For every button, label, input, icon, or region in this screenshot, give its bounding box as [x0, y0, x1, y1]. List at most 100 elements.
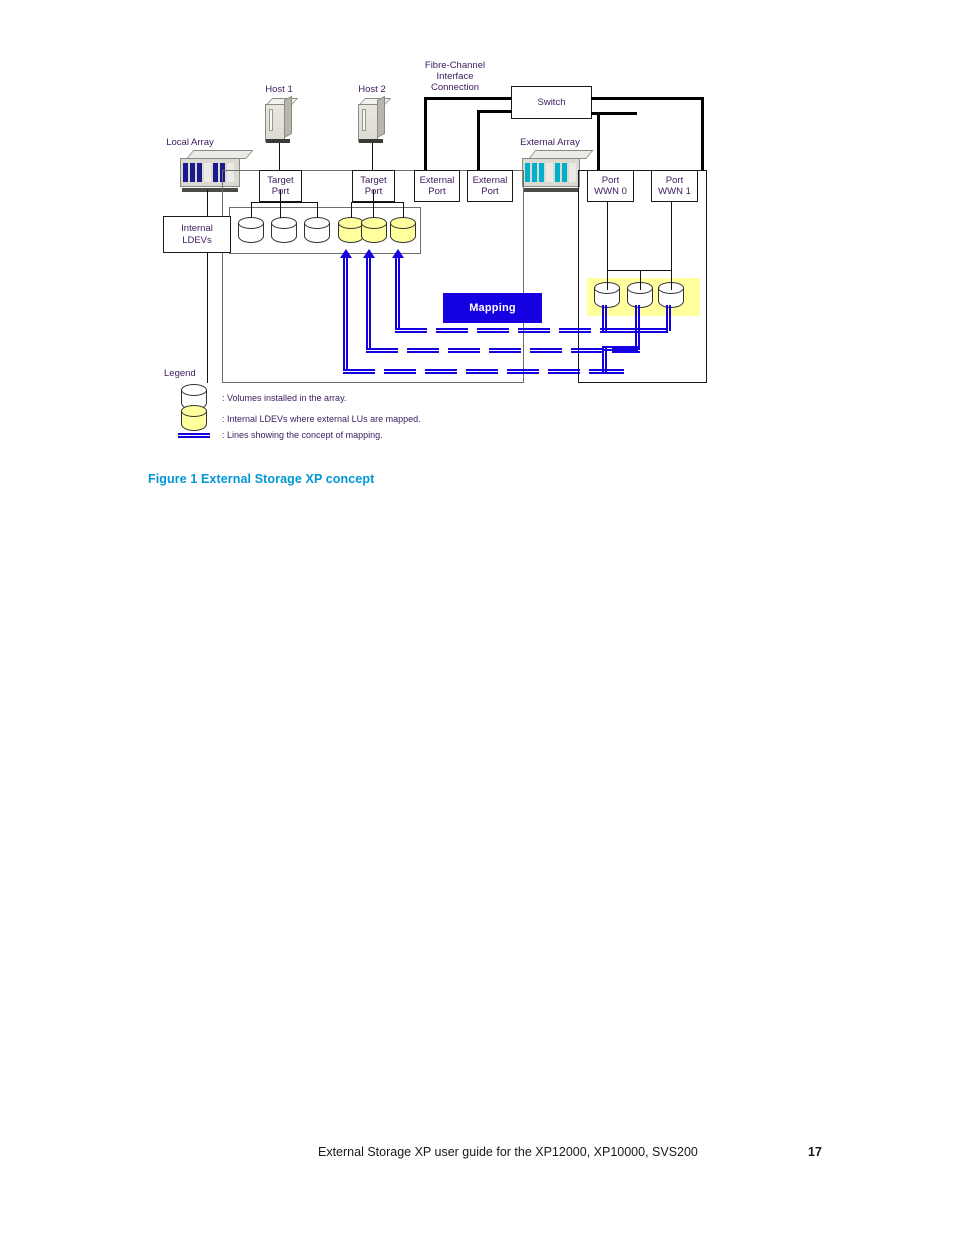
external-volume — [594, 282, 622, 314]
switch-wire-left2-top — [477, 110, 512, 113]
mapping-external-join — [602, 346, 638, 351]
port-wwn-0-box[interactable]: Port WWN 0 — [587, 170, 634, 202]
host-front-face — [265, 104, 285, 142]
switch-wire-left2-down — [477, 110, 480, 170]
vol-drop — [251, 202, 252, 218]
host-shadow — [266, 139, 290, 143]
host-drive-slot — [269, 109, 273, 131]
mapping-line-h — [548, 369, 580, 374]
cylinder-top — [304, 217, 330, 229]
mapped-internal-volume — [361, 217, 389, 249]
mapping-line-h — [436, 328, 468, 333]
host-right-face — [284, 95, 292, 138]
mapping-arrow — [363, 249, 375, 258]
mapping-riser — [343, 258, 348, 371]
mapping-arrow — [392, 249, 404, 258]
port-wwn-1-box[interactable]: Port WWN 1 — [651, 170, 698, 202]
host1-icon — [265, 95, 299, 144]
document-page: Host 1 Host 2 Fibre-Channel Interface Co… — [0, 0, 954, 1235]
local-array-wire — [207, 190, 208, 217]
mapping-line-h — [448, 348, 480, 353]
page-number: 17 — [808, 1145, 822, 1159]
rack-bar — [532, 162, 537, 183]
figure-caption: Figure 1 External Storage XP concept — [148, 472, 375, 486]
mapping-riser — [366, 258, 371, 350]
cylinder-top — [181, 405, 207, 417]
external-port-2-box[interactable]: External Port — [467, 170, 513, 202]
host2-label: Host 2 — [358, 84, 386, 95]
rack-bar — [555, 162, 560, 183]
external-array-icon — [522, 150, 594, 192]
internal-ldevs-down-wire — [207, 253, 208, 383]
legend-blue-line-icon — [178, 433, 210, 438]
mapping-riser — [395, 258, 400, 330]
host2-icon — [358, 95, 392, 144]
rack-gap — [546, 162, 553, 183]
target-port-2-bus — [351, 202, 403, 203]
rack-shadow — [524, 188, 578, 192]
switch-wire-right-top — [591, 97, 704, 100]
mapping-line-h — [507, 369, 539, 374]
mapping-banner: Mapping — [443, 293, 542, 323]
rack-gap — [569, 162, 576, 183]
cylinder-top — [181, 384, 207, 396]
local-array-label: Local Array — [166, 137, 214, 148]
legend-item-text: : Lines showing the concept of mapping. — [222, 430, 383, 440]
mapping-line-h — [407, 348, 439, 353]
host-drive-slot — [362, 109, 366, 131]
internal-volume — [271, 217, 299, 249]
host-shadow — [359, 139, 383, 143]
external-array-label: External Array — [520, 137, 580, 148]
switch-wire-left-top — [424, 97, 512, 100]
rack-bar — [190, 162, 195, 183]
rack-gap — [204, 162, 211, 183]
external-volume — [658, 282, 686, 314]
cylinder-top — [361, 217, 387, 229]
cylinder-top — [271, 217, 297, 229]
host-front-face — [358, 104, 378, 142]
rack-bar — [539, 162, 544, 183]
fibre-channel-label: Fibre-Channel Interface Connection — [424, 60, 486, 93]
mapping-arrow — [340, 249, 352, 258]
target-port-1-drop — [280, 190, 281, 218]
vol-drop — [317, 202, 318, 218]
wwn1-drop — [671, 202, 672, 290]
rack-front-face — [522, 158, 580, 187]
legend-title: Legend — [164, 368, 196, 379]
mapping-line-h — [343, 369, 375, 374]
rack-bar — [562, 162, 567, 183]
vol-drop — [403, 202, 404, 218]
mapping-line-h — [571, 348, 603, 353]
wwn-vol-drop — [640, 270, 641, 290]
mapping-line-h — [489, 348, 521, 353]
internal-volume — [304, 217, 332, 249]
mapping-line-h — [559, 328, 591, 333]
mapping-line-h — [384, 369, 416, 374]
mapping-line-h — [366, 348, 398, 353]
mapping-external-join — [602, 328, 668, 333]
mapping-external-join — [602, 369, 624, 374]
mapping-line-h — [518, 328, 550, 333]
rack-bar — [197, 162, 202, 183]
external-port-1-box[interactable]: External Port — [414, 170, 460, 202]
vol-drop — [351, 202, 352, 218]
switch-wire-right-down — [701, 97, 704, 170]
legend-item-text: : Volumes installed in the array. — [222, 393, 347, 403]
wwn-bus — [607, 270, 671, 271]
mapping-line-h — [395, 328, 427, 333]
page-footer: External Storage XP user guide for the X… — [318, 1145, 822, 1159]
host-right-face — [377, 95, 385, 138]
mapping-line-h — [466, 369, 498, 374]
target-port-1-bus — [251, 202, 318, 203]
host1-label: Host 1 — [265, 84, 293, 95]
footer-title: External Storage XP user guide for the X… — [318, 1145, 698, 1159]
switch-box[interactable]: Switch — [511, 86, 592, 119]
legend-item-text: : Internal LDEVs where external LUs are … — [222, 414, 421, 424]
mapped-internal-volume — [390, 217, 418, 249]
mapping-line-h — [425, 369, 457, 374]
internal-volume — [238, 217, 266, 249]
switch-wire-left-down — [424, 97, 427, 170]
rack-bar — [525, 162, 530, 183]
cylinder-top — [390, 217, 416, 229]
mapping-line-h — [530, 348, 562, 353]
